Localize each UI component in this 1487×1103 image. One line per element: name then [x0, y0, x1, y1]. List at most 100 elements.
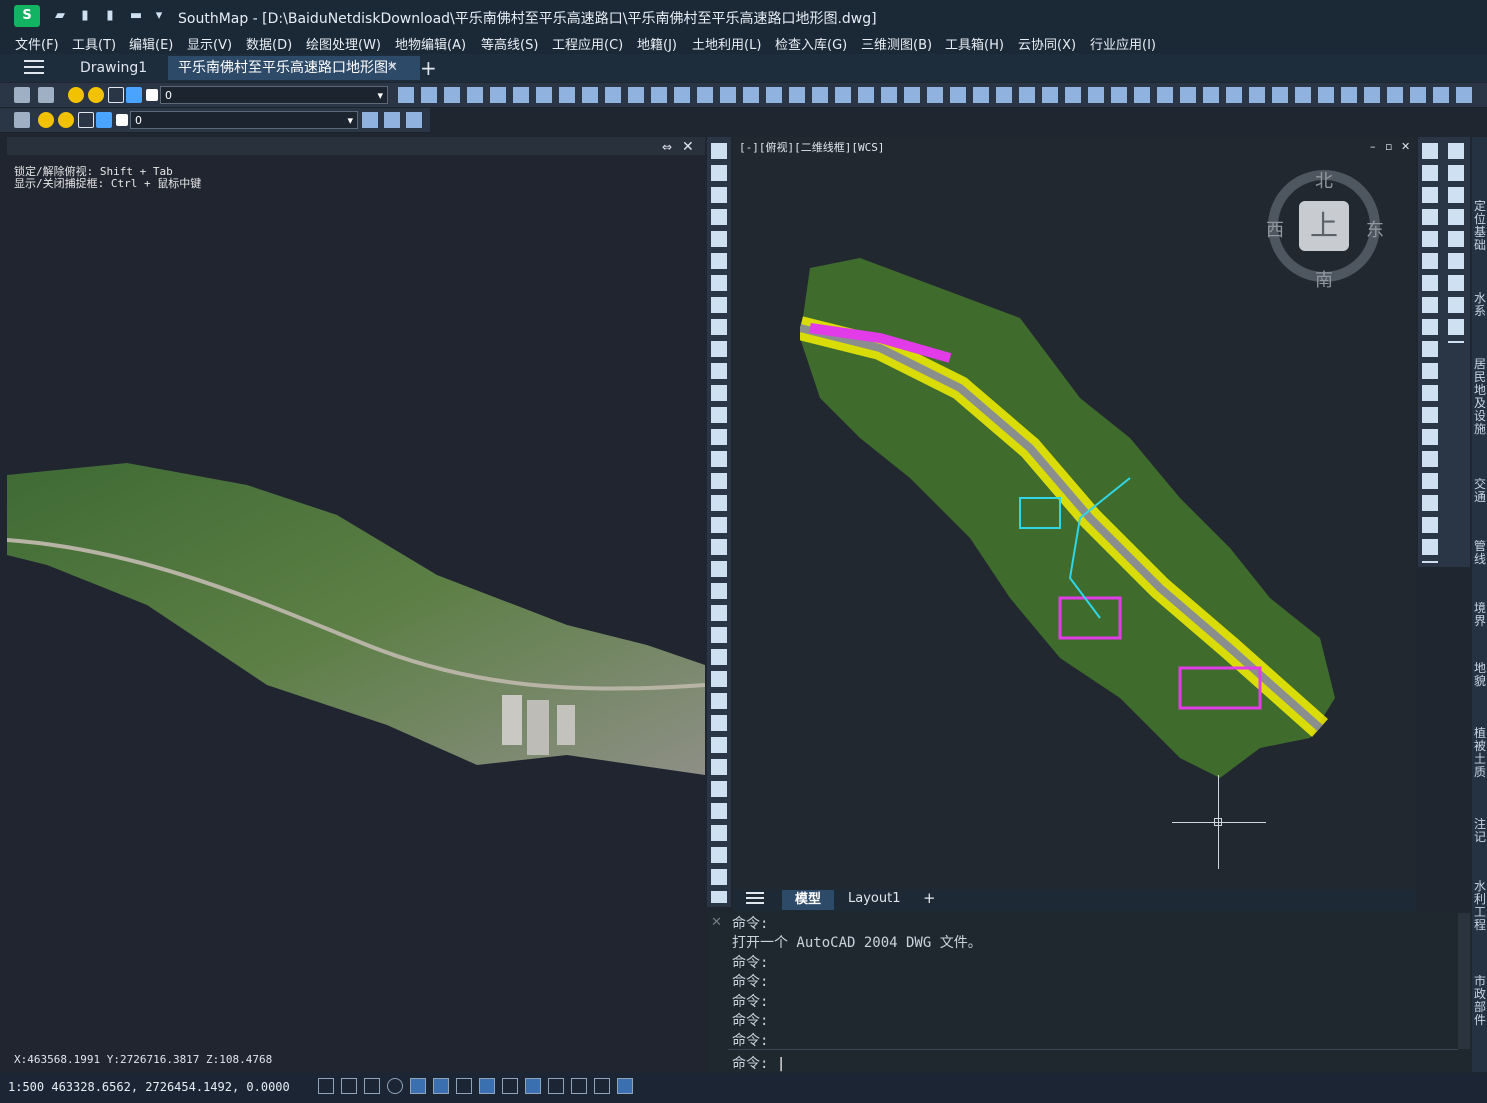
- layer-manager-icon[interactable]: [14, 87, 30, 103]
- panel-tab-positioning[interactable]: 定位基础: [1474, 200, 1486, 260]
- menu-cloud[interactable]: 云协同(X): [1018, 34, 1076, 53]
- right-tool-icons-col1[interactable]: [1422, 143, 1438, 563]
- crosshair-pickbox: [1214, 818, 1222, 826]
- light-bulb-icon-2[interactable]: [38, 112, 54, 128]
- viewport-controls-label[interactable]: [-][俯视][二维线框][WCS]: [739, 139, 884, 155]
- sun-icon-2[interactable]: [58, 112, 74, 128]
- command-history-line: 命令:: [732, 955, 769, 971]
- command-history-line: 命令:: [732, 916, 769, 932]
- sun-icon[interactable]: [88, 87, 104, 103]
- snap-icon[interactable]: [341, 1078, 357, 1094]
- menu-3d[interactable]: 三维测图(B): [861, 34, 932, 53]
- menu-cadastre[interactable]: 地籍(J): [637, 34, 677, 53]
- command-history-line: 命令:: [732, 1033, 769, 1049]
- dynamic-input-icon[interactable]: [479, 1078, 495, 1094]
- panel-tab-landform[interactable]: 地貌: [1474, 662, 1486, 690]
- plot-icon[interactable]: [126, 87, 142, 103]
- menu-engineering[interactable]: 工程应用(C): [552, 34, 623, 53]
- left-viewport-header: [7, 137, 705, 155]
- save-icon[interactable]: ▮: [77, 8, 93, 24]
- toolbar-icon-strip-1[interactable]: [398, 87, 1478, 103]
- panel-tab-water[interactable]: 水系: [1474, 292, 1486, 320]
- transparency-icon[interactable]: [525, 1078, 541, 1094]
- lineweight-icon[interactable]: [502, 1078, 518, 1094]
- osnap-icon[interactable]: [410, 1078, 426, 1094]
- compass-east[interactable]: 东: [1366, 216, 1384, 242]
- lock-icon[interactable]: [108, 87, 124, 103]
- command-divider: [728, 1049, 1458, 1050]
- close-panel-icon[interactable]: ✕: [682, 139, 694, 155]
- menu-data[interactable]: 数据(D): [246, 34, 292, 53]
- oblique-3d-model: [7, 463, 705, 775]
- add-tab-button[interactable]: +: [420, 56, 437, 80]
- light-bulb-icon[interactable]: [68, 87, 84, 103]
- print-icon[interactable]: ▬: [128, 8, 144, 24]
- tab-model[interactable]: 模型: [782, 890, 834, 910]
- menu-contour[interactable]: 等高线(S): [481, 34, 538, 53]
- view-cube-top[interactable]: 上: [1299, 201, 1349, 251]
- layer-select-2[interactable]: 0 ▾: [130, 111, 358, 129]
- tab-active-drawing[interactable]: 平乐南佛村至平乐高速路口地形图*: [168, 56, 420, 80]
- chevron-down-icon: ▾: [377, 89, 383, 102]
- menu-edit[interactable]: 编辑(E): [129, 34, 173, 53]
- panel-tab-vegetation[interactable]: 植被土质: [1474, 727, 1486, 783]
- plot-icon-2[interactable]: [96, 112, 112, 128]
- menu-check[interactable]: 检查入库(G): [775, 34, 847, 53]
- topographic-map: [800, 258, 1335, 778]
- tab-active-label: 平乐南佛村至平乐高速路口地形图*: [178, 60, 395, 76]
- menu-file[interactable]: 文件(F): [15, 34, 59, 53]
- open-icon[interactable]: ▰: [52, 8, 68, 24]
- panel-tab-boundary[interactable]: 境界: [1474, 602, 1486, 630]
- menu-feature-edit[interactable]: 地物编辑(A): [395, 34, 466, 53]
- pin-panel-icon[interactable]: ⇔: [662, 140, 672, 154]
- selection-cycling-icon[interactable]: [548, 1078, 564, 1094]
- menu-tools[interactable]: 工具(T): [72, 34, 116, 53]
- new-icon[interactable]: ▮: [102, 8, 118, 24]
- lock-icon-2[interactable]: [78, 112, 94, 128]
- color-swatch-icon-2: [116, 114, 128, 126]
- layer-state-icon[interactable]: [38, 87, 54, 103]
- panel-tab-annotation[interactable]: 注记: [1474, 818, 1486, 846]
- tab-drawing1[interactable]: Drawing1: [70, 56, 157, 80]
- menu-industry[interactable]: 行业应用(I): [1090, 34, 1156, 53]
- vertical-toolbar-icons[interactable]: [711, 143, 727, 903]
- right-tool-icons-col2[interactable]: [1448, 143, 1464, 343]
- dynamic-ucs-icon[interactable]: [456, 1078, 472, 1094]
- ortho-icon[interactable]: [364, 1078, 380, 1094]
- command-input[interactable]: 命令: |: [732, 1053, 1452, 1073]
- restore-viewport-icon[interactable]: ▫: [1385, 140, 1392, 153]
- menu-land-use[interactable]: 土地利用(L): [692, 34, 761, 53]
- polar-icon[interactable]: [387, 1078, 403, 1094]
- menu-toolbox[interactable]: 工具箱(H): [945, 34, 1004, 53]
- compass-north[interactable]: 北: [1315, 167, 1333, 193]
- layout-menu-icon[interactable]: [746, 892, 764, 906]
- otrack-icon[interactable]: [433, 1078, 449, 1094]
- layout-tab-bar: [733, 889, 1416, 911]
- layer-select[interactable]: 0 ▾: [160, 86, 388, 104]
- menu-view[interactable]: 显示(V): [187, 34, 232, 53]
- panel-tab-water-engineering[interactable]: 水利工程: [1474, 880, 1486, 936]
- add-layout-button[interactable]: +: [923, 889, 936, 907]
- panel-tab-municipal[interactable]: 市政部件: [1474, 975, 1486, 1031]
- chevron-down-icon-2: ▾: [347, 114, 353, 127]
- cursor-coordinates: X:463568.1991 Y:2726716.3817 Z:108.4768: [14, 1053, 273, 1066]
- close-command-icon[interactable]: ✕: [711, 915, 722, 930]
- panel-tab-pipeline[interactable]: 管线: [1474, 540, 1486, 568]
- annotation-icon[interactable]: [571, 1078, 587, 1094]
- close-viewport-icon[interactable]: ✕: [1401, 140, 1410, 153]
- hamburger-menu-icon[interactable]: [24, 60, 44, 76]
- customize-icon[interactable]: [594, 1078, 610, 1094]
- workspace-icon[interactable]: [617, 1078, 633, 1094]
- minimize-viewport-icon[interactable]: –: [1370, 140, 1376, 153]
- close-tab-icon[interactable]: ✕: [387, 60, 398, 75]
- toolbar-icon-strip-2[interactable]: [362, 112, 426, 128]
- menu-draw[interactable]: 绘图处理(W): [306, 34, 381, 53]
- panel-tab-transport[interactable]: 交通: [1474, 478, 1486, 506]
- compass-west[interactable]: 西: [1266, 216, 1284, 242]
- layer-manager-icon-2[interactable]: [14, 112, 30, 128]
- tab-layout1[interactable]: Layout1: [848, 891, 900, 906]
- command-scrollbar[interactable]: [1458, 913, 1470, 1049]
- grid-icon[interactable]: [318, 1078, 334, 1094]
- panel-tab-residential[interactable]: 居民地及设施: [1474, 358, 1486, 442]
- quick-access-dropdown-icon[interactable]: ▾: [151, 8, 167, 24]
